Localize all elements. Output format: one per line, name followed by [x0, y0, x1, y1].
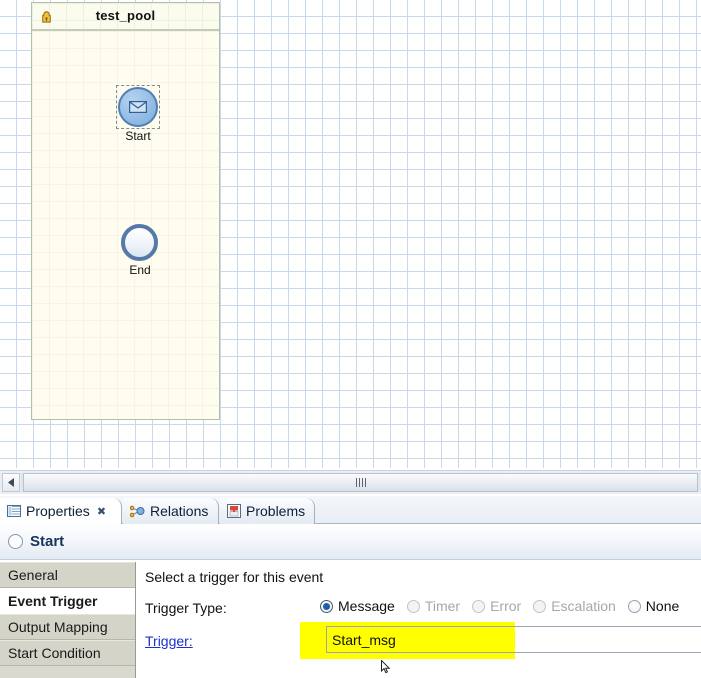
radio-message-label: Message: [338, 598, 395, 614]
radio-none-dot: [627, 599, 641, 613]
panel-intro-text: Select a trigger for this event: [145, 569, 324, 585]
start-event-label: Start: [125, 129, 151, 143]
scrollbar-thumb[interactable]: [23, 473, 698, 492]
radio-error-dot: [472, 599, 486, 613]
prop-tab-output-mapping[interactable]: Output Mapping: [0, 614, 135, 640]
radio-timer: Timer: [406, 598, 461, 614]
radio-timer-label: Timer: [424, 598, 461, 614]
radio-timer-dot: [406, 599, 420, 613]
envelope-icon: [129, 101, 147, 113]
trigger-link[interactable]: Trigger:: [145, 633, 193, 649]
tab-relations[interactable]: Relations: [123, 498, 219, 524]
pool-header[interactable]: test_pool: [32, 3, 219, 31]
trigger-type-label: Trigger Type:: [145, 600, 227, 616]
radio-message[interactable]: Message: [320, 598, 395, 614]
properties-body: General Event Trigger Output Mapping Sta…: [0, 560, 701, 678]
tab-problems-label: Problems: [246, 503, 306, 519]
prop-tab-event-trigger[interactable]: Event Trigger: [0, 588, 135, 614]
prop-tab-event-trigger-label: Event Trigger: [8, 593, 98, 609]
radio-message-dot: [320, 599, 333, 613]
radio-escalation-dot: [533, 599, 547, 613]
properties-header: Start: [0, 524, 701, 560]
diagram-canvas[interactable]: test_pool Start End: [0, 0, 701, 468]
view-tab-bar: Properties ✖ Relations Problems: [0, 496, 701, 524]
radio-none-label: None: [645, 598, 680, 614]
radio-escalation: Escalation: [533, 598, 616, 614]
radio-none[interactable]: None: [627, 598, 680, 614]
prop-tab-start-condition-label: Start Condition: [8, 645, 101, 661]
prop-tab-start-condition[interactable]: Start Condition: [0, 640, 135, 666]
tab-problems[interactable]: Problems: [220, 498, 315, 524]
radio-error-label: Error: [490, 598, 522, 614]
page-title: Start: [30, 533, 65, 550]
pool-lane-body[interactable]: Start End: [32, 31, 219, 419]
radio-escalation-label: Escalation: [551, 598, 616, 614]
table-icon: [7, 505, 21, 517]
tab-properties-label: Properties: [26, 503, 90, 519]
pool-title: test_pool: [95, 8, 156, 23]
problems-icon: [227, 504, 241, 518]
tab-relations-label: Relations: [150, 503, 209, 519]
triangle-left-glyph: [7, 478, 14, 487]
prop-tab-general-label: General: [8, 567, 58, 583]
tab-properties[interactable]: Properties ✖: [0, 498, 122, 524]
prop-tab-output-mapping-label: Output Mapping: [8, 619, 108, 635]
circle-icon: [8, 534, 23, 549]
triangle-left-icon[interactable]: [2, 473, 20, 492]
relations-graph-icon: [130, 505, 145, 518]
pool-test-pool[interactable]: test_pool Start End: [31, 2, 220, 420]
canvas-horizontal-scrollbar[interactable]: [0, 470, 701, 494]
event-trigger-panel: Select a trigger for this event Trigger …: [137, 560, 701, 678]
trigger-input[interactable]: Start_msg: [326, 626, 701, 653]
start-event[interactable]: [118, 87, 158, 127]
end-event-label: End: [129, 263, 151, 277]
close-icon[interactable]: ✖: [97, 505, 106, 518]
trigger-type-radio-group: Message Timer Error Escalation None: [320, 598, 679, 614]
grip-icon: [355, 478, 366, 487]
radio-error: Error: [472, 598, 521, 614]
end-event-circle[interactable]: [121, 224, 158, 261]
properties-tab-list: General Event Trigger Output Mapping Sta…: [0, 562, 136, 678]
prop-tab-general[interactable]: General: [0, 562, 135, 588]
end-event[interactable]: [121, 224, 158, 261]
